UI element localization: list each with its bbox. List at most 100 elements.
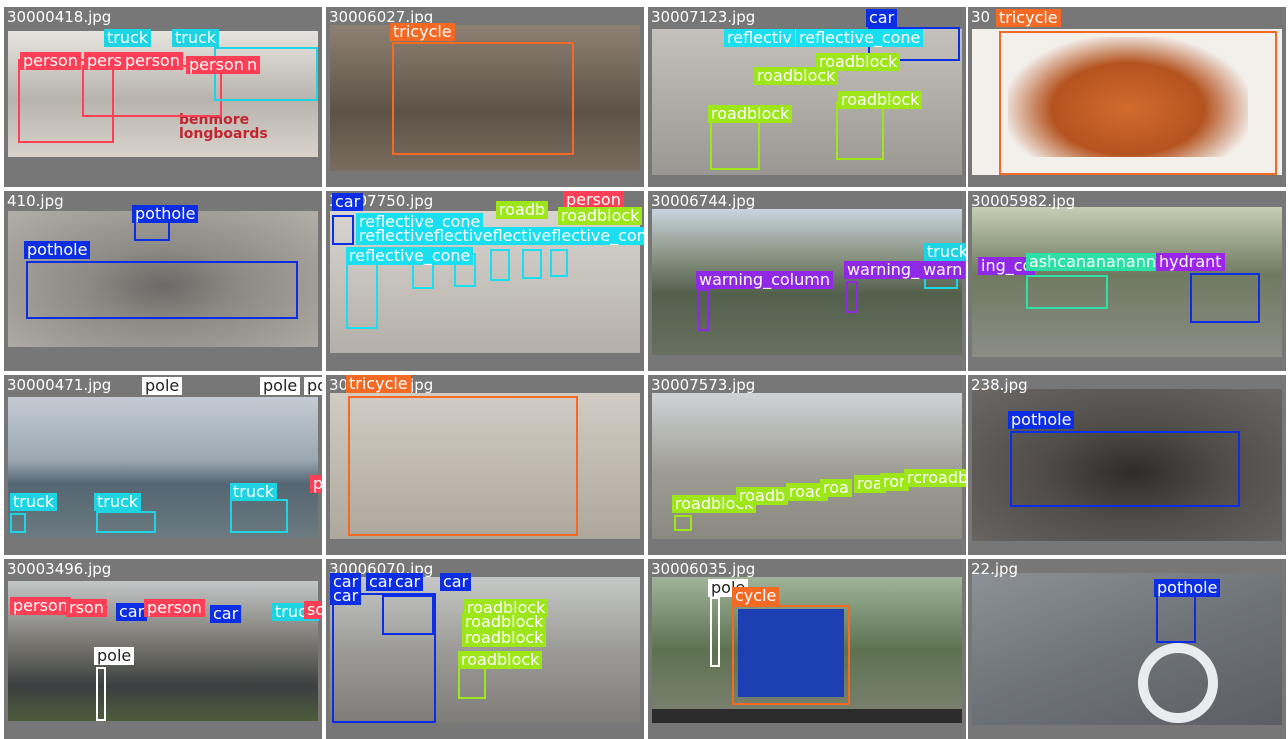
tile-30000418: 30000418.jpg truck truck person pers per… [4,7,322,187]
bbox-cone [490,249,510,281]
label-car: car [440,573,472,591]
bbox-car [1190,273,1260,323]
label-roadblock: roadb [736,487,789,505]
tile-30005982: 30005982.jpg ing_co ashcanananann hydran… [968,191,1286,371]
filename: 30000418.jpg [7,8,112,26]
bbox-car [332,215,354,245]
label-pole: pole [94,647,135,665]
bbox-pothole [134,221,170,241]
label-truck: truck [230,483,278,501]
label-car: car [116,603,148,621]
label-pole: pole [142,377,183,395]
label-tricycle: tricycle [390,23,455,41]
label-car: car [392,573,424,591]
label-truck: truck [94,493,142,511]
label-person: person [10,597,71,615]
tile-30007251: 30 tricycle [968,7,1286,187]
label-truck: truck [104,29,152,47]
label-roadblock: roadblock [816,53,901,71]
label-truck: truck [172,29,220,47]
bbox-pole [710,597,720,667]
label-person: person [310,475,322,493]
tile-30006027: 30006027.jpg tricycle [326,7,644,187]
bbox-truck [230,499,288,533]
tile-30007750: 30007750.jpg car person reflective_cone … [326,191,644,371]
tile-30003496: 30003496.jpg person rson car person car … [4,559,322,739]
bbox-roadblock [674,515,692,531]
bbox-roadblock [836,102,884,160]
mosaic-grid: 30000418.jpg truck truck person pers per… [0,0,1288,739]
tile-238: 238.jpg pothole [968,375,1286,555]
tile-30007573: 30007573.jpg roadblock roadb road roa ro… [648,375,966,555]
bbox-truck [96,511,156,533]
bbox-cone [550,249,568,277]
bbox-tricycle [732,605,850,705]
bbox-roadblock [458,667,486,699]
filename: 30007573.jpg [651,376,756,394]
label-car: car [332,193,364,211]
photo [652,393,962,539]
label-truck: truck [10,493,58,511]
label-pothole: pothole [24,241,91,259]
filename: 22.jpg [971,560,1019,578]
filename: 238.jpg [971,376,1028,394]
label-roadblock: roadblock [708,105,793,123]
photo [972,573,1282,725]
label-car: car [330,587,362,605]
label-roadblock: roadblock [838,91,923,109]
label-warning-column: warning_ [844,261,923,279]
label-person: pers [84,52,125,70]
tile-30007123: 30007123.jpg car reflective_cone reflect… [648,7,966,187]
bike-symbol [1138,643,1218,723]
label-person: son [304,601,322,619]
label-person: n [244,56,261,74]
tile-22: 22.jpg pothole [968,559,1286,739]
label-roadblock: roa [820,479,852,497]
label-car: car [866,9,898,27]
bbox-pole [96,667,106,721]
bbox-warning-column [698,289,710,331]
bbox-warning-column [846,281,858,313]
label-car: car [210,605,242,623]
label-person: person [20,52,81,70]
label-warning-column: warning_column [696,271,833,289]
watermark-logo: benmore longboards [179,112,268,142]
bbox-trash-can [1026,275,1108,309]
filename: 30 [971,8,991,26]
bbox-car [382,595,434,635]
label-person: person [122,52,183,70]
bbox-tricycle [999,31,1277,175]
label-person: person [144,599,205,617]
label-pole: pole [304,377,322,395]
tile-410: 410.jpg pothole pothole [4,191,322,371]
label-person: person [186,56,247,74]
filename: 30006035.jpg [651,560,756,578]
bbox-cone [522,249,542,279]
label-reflective-cone: reflectiv [724,29,795,47]
tile-30006035: 30006035.jpg pole cycle [648,559,966,739]
bbox-pothole [1010,431,1240,507]
tile-30000471: 30000471.jpg pole pole pole truck truck … [4,375,322,555]
label-pothole: pothole [132,205,199,223]
photo-bottom-band [652,709,962,723]
label-reflective-cone: reflective_cone [346,247,474,265]
label-roadblock: roadblock [458,651,543,669]
bbox-truck [10,513,26,533]
filename: 30005982.jpg [971,192,1076,210]
bbox-pothole [1156,595,1196,643]
bbox-cone [346,261,378,329]
tile-30006744: 30006744.jpg warning_column warning_ war… [648,191,966,371]
label-person: rson [66,599,107,617]
label-roadblock: roadblock [558,207,643,225]
filename: 30006744.jpg [651,192,756,210]
label-pothole: pothole [1154,579,1221,597]
tile-30006070: 30006070.jpg car car car car car roadblo… [326,559,644,739]
label-roadblock: roadb [496,201,549,219]
filename: 30003496.jpg [7,560,112,578]
label-tricycle: tricycle [996,9,1061,27]
label-truck: truck [924,243,966,261]
label-pole: pole [260,377,301,395]
label-trash-can: ashcanananann [1026,253,1159,271]
label-reflective-cone: reflectiveflectiveflectiveflective_cone [356,227,644,245]
label-warning-column: warn [920,261,966,279]
